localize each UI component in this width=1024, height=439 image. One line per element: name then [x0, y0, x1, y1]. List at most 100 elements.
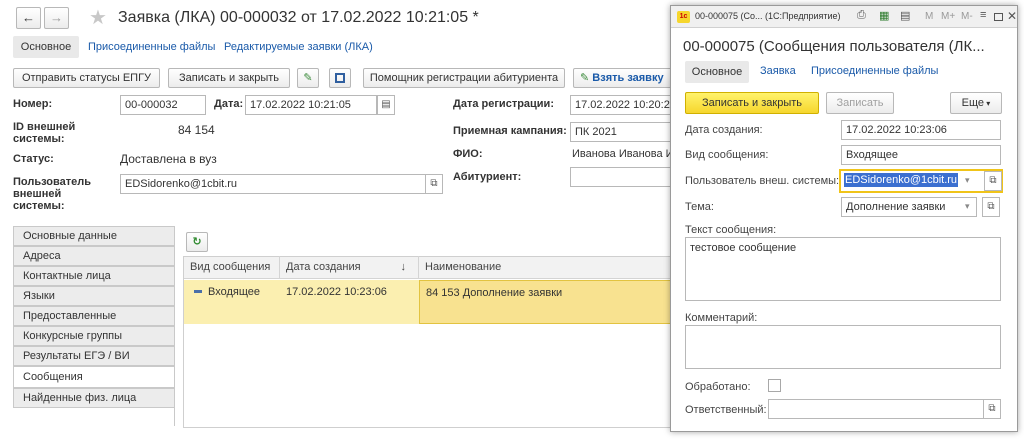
- take-application-button[interactable]: ✎ Взять заявку: [573, 68, 673, 88]
- column-header-name[interactable]: Наименование: [419, 256, 672, 279]
- applicant-field[interactable]: [570, 167, 680, 187]
- open-icon[interactable]: ⧉: [984, 171, 1002, 191]
- kind-label: Вид сообщения:: [685, 149, 769, 161]
- campaign-field[interactable]: ПК 2021: [570, 122, 680, 142]
- nav-item-addresses[interactable]: Адреса: [13, 246, 175, 266]
- nav-item-found-persons[interactable]: Найденные физ. лица: [13, 388, 175, 408]
- calendar-icon[interactable]: ▤: [900, 9, 910, 22]
- nav-item-languages[interactable]: Языки: [13, 286, 175, 306]
- fio-label: ФИО:: [453, 148, 483, 160]
- nav-divider: [174, 226, 175, 426]
- cell-kind-value: Входящее: [208, 286, 261, 298]
- post-icon-button[interactable]: ✎: [297, 68, 319, 88]
- page-title: Заявка (ЛКА) 00-000032 от 17.02.2022 10:…: [118, 9, 479, 26]
- memory-mminus-icon[interactable]: M-: [961, 11, 973, 22]
- incoming-icon: [194, 290, 202, 293]
- date-field[interactable]: 17.02.2022 10:21:05: [245, 95, 377, 115]
- nav-item-competition-groups[interactable]: Конкурсные группы: [13, 326, 175, 346]
- open-icon[interactable]: ⧉: [982, 197, 1000, 217]
- chevron-down-icon: ▾: [984, 99, 991, 108]
- dialog-save-close-button[interactable]: Записать и закрыть: [685, 92, 819, 114]
- applicant-label: Абитуриент:: [453, 171, 522, 183]
- dialog-tab-main-label: Основное: [691, 66, 743, 78]
- kind-field[interactable]: Входящее: [841, 145, 1001, 165]
- external-id-label: ID внешней системы:: [13, 121, 76, 145]
- comment-text-area[interactable]: [685, 325, 1001, 369]
- dialog-tab-main[interactable]: Основное: [685, 61, 749, 83]
- external-user-label: Пользователь внешней системы:: [13, 176, 92, 212]
- column-header-created[interactable]: Дата создания ↓: [280, 256, 419, 279]
- dialog-heading: 00-000075 (Сообщения пользователя (ЛК...: [683, 38, 985, 55]
- floppy-disk-icon: [335, 73, 345, 83]
- registration-date-field[interactable]: 17.02.2022 10:20:23: [570, 95, 680, 115]
- nav-item-contacts[interactable]: Контактные лица: [13, 266, 175, 286]
- favorite-star-icon[interactable]: ★: [89, 5, 107, 30]
- dialog-tab-application[interactable]: Заявка: [760, 65, 796, 77]
- send-statuses-button[interactable]: Отправить статусы ЕПГУ: [13, 68, 160, 88]
- column-header-kind[interactable]: Вид сообщения: [184, 256, 280, 279]
- maximize-icon[interactable]: [994, 13, 1003, 21]
- fio-value: Иванова Иванова И: [572, 148, 674, 160]
- tab-main[interactable]: Основное: [13, 36, 79, 58]
- print-icon[interactable]: ⎙: [857, 9, 866, 22]
- date-label: Дата:: [214, 98, 244, 110]
- processed-checkbox[interactable]: [768, 379, 781, 392]
- dialog-tab-attached-files[interactable]: Присоединенные файлы: [811, 65, 938, 77]
- created-field[interactable]: 17.02.2022 10:23:06: [841, 120, 1001, 140]
- calendar-icon[interactable]: ▤: [377, 95, 395, 115]
- dialog-window-title: 00-000075 (Со... (1С:Предприятие): [695, 11, 841, 21]
- registration-assistant-button[interactable]: Помощник регистрации абитуриента: [363, 68, 565, 88]
- refresh-button[interactable]: ↻: [186, 232, 208, 252]
- topic-field[interactable]: Дополнение заявки: [841, 197, 977, 217]
- app-logo-icon: 1c: [677, 11, 690, 23]
- campaign-label: Приемная кампания:: [453, 125, 567, 137]
- registration-date-label: Дата регистрации:: [453, 98, 554, 110]
- topic-label: Тема:: [685, 201, 714, 213]
- close-icon[interactable]: ✕: [1007, 9, 1017, 23]
- number-field[interactable]: 00-000032: [120, 95, 206, 115]
- save-icon-button[interactable]: [329, 68, 351, 88]
- external-id-value: 84 154: [178, 123, 215, 137]
- processed-label: Обработано:: [685, 381, 751, 393]
- open-icon[interactable]: ⧉: [983, 399, 1001, 419]
- pencil-icon: ✎: [580, 72, 593, 84]
- sort-down-icon: ↓: [400, 261, 407, 273]
- dialog-more-label: Еще: [961, 97, 985, 109]
- external-user-label: Пользователь внеш. системы:: [685, 175, 840, 187]
- status-label: Статус:: [13, 153, 54, 165]
- tab-main-label: Основное: [20, 41, 72, 53]
- forward-button[interactable]: →: [44, 7, 69, 29]
- status-value: Доставлена в вуз: [120, 152, 217, 166]
- dialog-more-button[interactable]: Еще ▾: [950, 92, 1002, 114]
- menu-icon[interactable]: ≡: [980, 9, 986, 21]
- number-label: Номер:: [13, 98, 53, 110]
- comment-label: Комментарий:: [685, 312, 758, 324]
- message-dialog: 1c 00-000075 (Со... (1С:Предприятие) ⎙ ▦…: [670, 5, 1018, 432]
- save-close-button[interactable]: Записать и закрыть: [168, 68, 290, 88]
- cell-created[interactable]: 17.02.2022 10:23:06: [280, 280, 419, 324]
- cell-kind[interactable]: Входящее: [184, 280, 280, 324]
- refresh-icon: ↻: [192, 236, 202, 248]
- back-button[interactable]: ←: [16, 7, 41, 29]
- cell-name[interactable]: 84 153 Дополнение заявки: [419, 280, 672, 324]
- table-icon[interactable]: ▦: [879, 9, 889, 22]
- external-user-field[interactable]: EDSidorenko@1cbit.ru: [120, 174, 426, 194]
- nav-item-basic-data[interactable]: Основные данные: [13, 226, 175, 246]
- responsible-label: Ответственный:: [685, 404, 767, 416]
- message-text-area[interactable]: тестовое сообщение: [685, 237, 1001, 301]
- open-icon[interactable]: ⧉: [425, 174, 443, 194]
- nav-item-documents[interactable]: Предоставленные документы: [13, 306, 175, 340]
- tab-edited-applications[interactable]: Редактируемые заявки (ЛКА): [224, 41, 373, 53]
- nav-item-messages[interactable]: Сообщения: [13, 366, 175, 388]
- dropdown-arrow-icon[interactable]: ▾: [965, 201, 970, 212]
- post-icon: ✎: [303, 72, 313, 84]
- responsible-field[interactable]: [768, 399, 984, 419]
- dropdown-arrow-icon[interactable]: ▾: [965, 175, 970, 186]
- nav-item-exam-results[interactable]: Результаты ЕГЭ / ВИ: [13, 346, 175, 366]
- column-header-created-label: Дата создания: [286, 261, 361, 273]
- external-user-selection: EDSidorenko@1cbit.ru: [844, 173, 959, 187]
- dialog-save-button[interactable]: Записать: [826, 92, 894, 114]
- memory-mplus-icon[interactable]: M+: [941, 11, 955, 22]
- memory-m-icon[interactable]: M: [925, 11, 933, 22]
- tab-attached-files[interactable]: Присоединенные файлы: [88, 41, 215, 53]
